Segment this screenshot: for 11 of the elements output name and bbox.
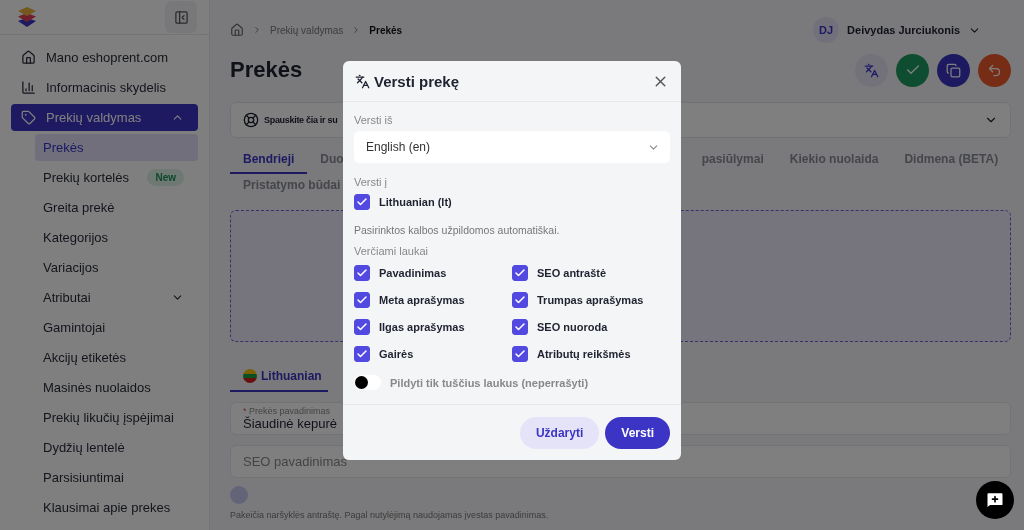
dialog-title: Versti prekę (374, 72, 461, 90)
hint-text: Pakeičia naršyklės antraštę. Pagal nutylėjimą naudojamas įvestas pavadinimas. (230, 510, 550, 520)
page-title: Prekės (230, 57, 303, 83)
new-badge: New (147, 169, 184, 186)
note-text: Pasirinktos kalbos užpildomos automatiškai. (354, 224, 561, 236)
field-placeholder: SEO pavadinimas (243, 454, 349, 469)
help-text: Spauskite čia ir su (264, 115, 338, 125)
field-label: Versti į (354, 176, 388, 188)
field-label: Versti iš (354, 114, 394, 126)
field-value: Šiaudinė kepurė (243, 416, 338, 431)
field-label: Verčiami laukai (354, 245, 429, 257)
